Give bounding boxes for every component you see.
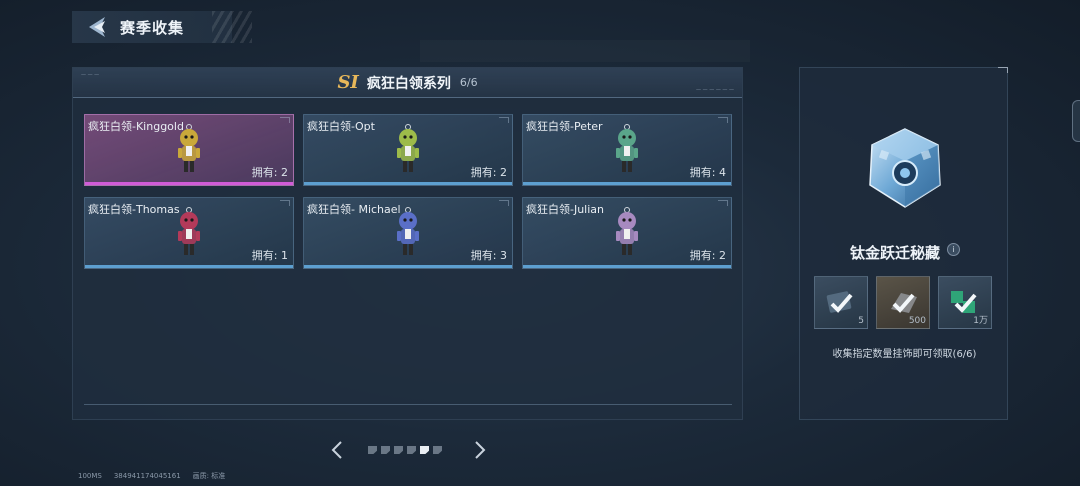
card-owned-count: 拥有: 4 <box>689 166 726 179</box>
reward-item-qty: 500 <box>908 316 926 326</box>
card-bottom-bar <box>85 265 293 268</box>
page-title: 赛季收集 <box>120 18 185 37</box>
card-bottom-bar <box>304 182 512 185</box>
reward-item[interactable]: 5 <box>814 276 868 329</box>
check-icon <box>891 293 917 313</box>
card-name: 疯狂白领-Kinggold <box>88 120 184 133</box>
header-tiny-text-right: — — — — — — <box>696 87 734 93</box>
charm-figure-icon <box>616 124 638 172</box>
background-stripe <box>420 40 750 62</box>
titanium-chest-icon[interactable] <box>860 123 950 213</box>
collection-card[interactable]: 疯狂白领-Kinggold 拥有: 2 <box>84 114 294 186</box>
header-hatch-decoration <box>212 11 252 43</box>
side-edge-tab[interactable] <box>1072 100 1080 142</box>
collection-card[interactable]: 疯狂白领-Peter 拥有: 4 <box>522 114 732 186</box>
collection-panel: — — — SI 疯狂白领系列 6/6 — — — — — — 疯狂白领-Kin… <box>72 67 743 420</box>
card-bottom-bar <box>523 265 731 268</box>
collection-card[interactable]: 疯狂白领-Opt 拥有: 2 <box>303 114 513 186</box>
card-corner-decoration <box>280 117 290 123</box>
chevron-right-icon <box>474 441 485 459</box>
back-arrow-icon <box>89 17 105 37</box>
series-progress: 6/6 <box>459 76 478 89</box>
page-header: 赛季收集 <box>72 11 252 43</box>
card-corner-decoration <box>280 200 290 206</box>
card-owned-count: 拥有: 3 <box>470 249 507 262</box>
card-bottom-bar <box>523 182 731 185</box>
card-bottom-bar <box>85 182 293 185</box>
card-name: 疯狂白领- Michael <box>307 203 401 216</box>
reward-description: 收集指定数量挂饰即可领取(6/6) <box>832 349 977 360</box>
reward-title: 钛金跃迁秘藏 <box>849 244 940 262</box>
card-corner-decoration <box>718 200 728 206</box>
panel-divider <box>84 404 732 405</box>
card-name: 疯狂白领-Opt <box>307 120 375 133</box>
check-icon <box>826 291 853 313</box>
collection-card[interactable]: 疯狂白领-Thomas 拥有: 1 <box>84 197 294 269</box>
card-name: 疯狂白领-Julian <box>526 203 605 216</box>
reward-item-qty: 5 <box>858 316 864 326</box>
back-button[interactable] <box>82 11 112 43</box>
collection-card[interactable]: 疯狂白领-Julian 拥有: 2 <box>522 197 732 269</box>
ping-text: 100MS <box>78 472 102 480</box>
card-owned-count: 拥有: 2 <box>251 166 288 179</box>
page-dot[interactable] <box>394 446 403 454</box>
card-corner-decoration <box>718 117 728 123</box>
reward-items: 5 500 1万 <box>814 276 1000 329</box>
reward-item-qty: 1万 <box>973 316 988 326</box>
header-tiny-text: — — — <box>81 72 100 78</box>
status-bar: 100MS 384941174045161 画质: 标准 <box>78 471 237 481</box>
charm-figure-icon <box>178 207 200 255</box>
series-name: 疯狂白领系列 <box>366 75 451 92</box>
reward-item[interactable]: 500 <box>876 276 930 329</box>
season-badge-icon: SI <box>337 72 359 93</box>
collection-card[interactable]: 疯狂白领- Michael 拥有: 3 <box>303 197 513 269</box>
charm-figure-icon <box>178 124 200 172</box>
page-dot[interactable] <box>381 446 390 454</box>
page-dot[interactable] <box>407 446 416 454</box>
page-dot[interactable] <box>368 446 377 454</box>
quality-text: 画质: 标准 <box>192 472 226 480</box>
card-name: 疯狂白领-Thomas <box>88 203 180 216</box>
reward-item[interactable]: 1万 <box>938 276 992 329</box>
card-corner-decoration <box>499 200 509 206</box>
chevron-left-icon <box>331 441 342 459</box>
card-owned-count: 拥有: 1 <box>251 249 288 262</box>
prev-page-button[interactable] <box>330 440 343 460</box>
charm-figure-icon <box>397 207 419 255</box>
next-page-button[interactable] <box>473 440 486 460</box>
charm-figure-icon <box>616 207 638 255</box>
page-dot[interactable] <box>433 446 442 454</box>
card-owned-count: 拥有: 2 <box>689 249 726 262</box>
card-name: 疯狂白领-Peter <box>526 120 603 133</box>
reward-corner-decoration <box>998 67 1008 73</box>
info-icon[interactable]: i <box>947 243 960 256</box>
pagination <box>330 440 486 460</box>
reward-panel: 钛金跃迁秘藏 i 5 500 1万 收集指定数量挂饰即可领取(6/6) <box>799 67 1008 420</box>
series-header: — — — SI 疯狂白领系列 6/6 — — — — — — <box>73 68 742 98</box>
card-bottom-bar <box>304 265 512 268</box>
page-dot[interactable] <box>420 446 429 454</box>
page-dots <box>368 446 446 454</box>
charm-figure-icon <box>397 124 419 172</box>
player-id: 384941174045161 <box>113 472 181 480</box>
card-corner-decoration <box>499 117 509 123</box>
card-owned-count: 拥有: 2 <box>470 166 507 179</box>
